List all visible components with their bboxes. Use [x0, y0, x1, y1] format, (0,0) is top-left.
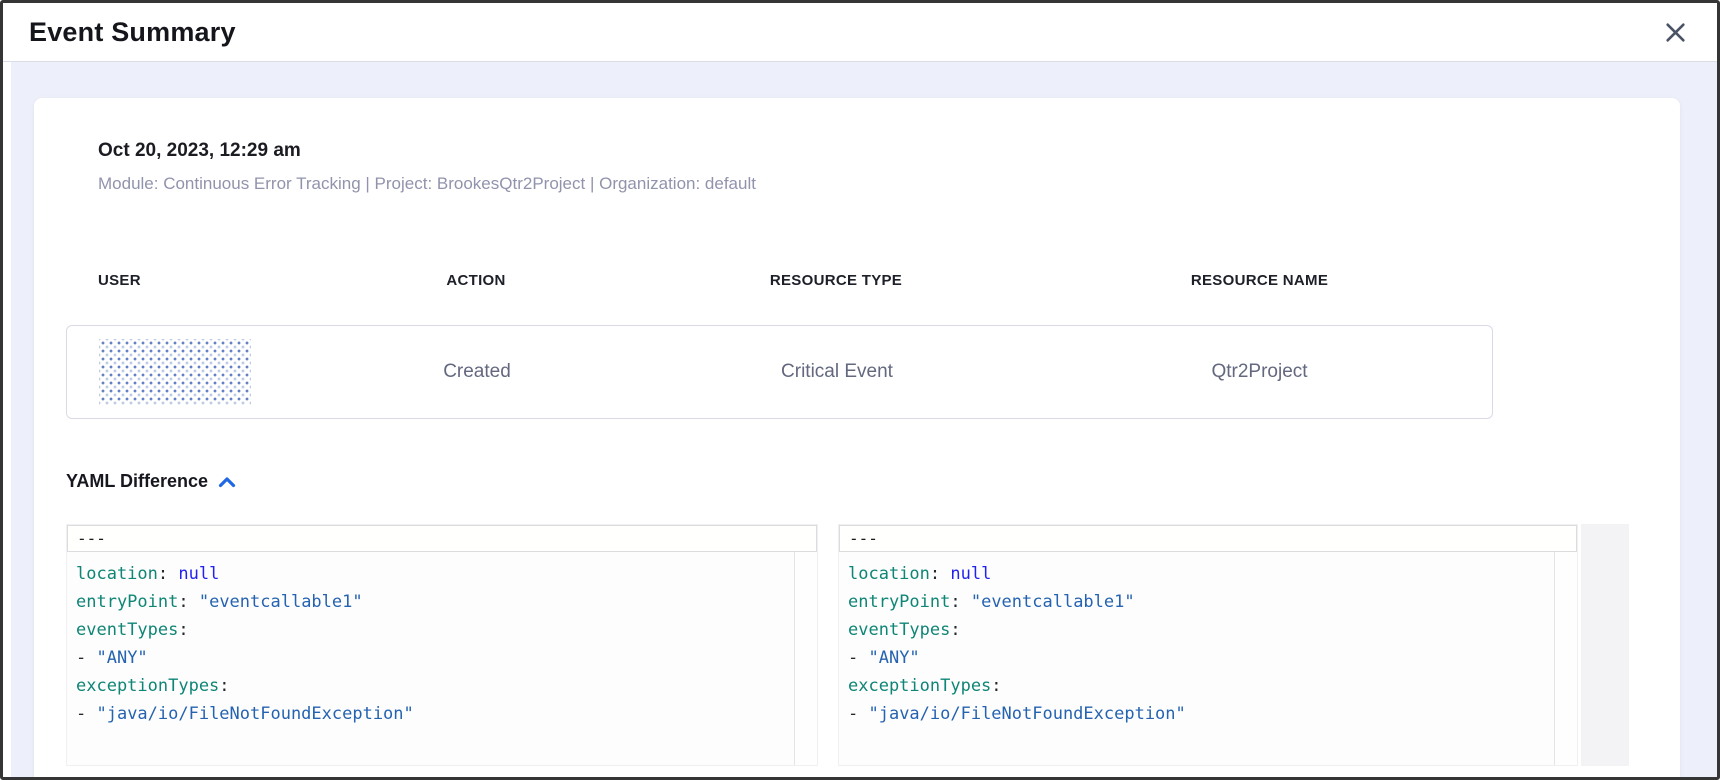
yaml-panel-code: location: nullentryPoint: "eventcallable… — [67, 552, 817, 728]
panel-scrollbar-track[interactable] — [1554, 525, 1577, 765]
yaml-panel: --- location: nullentryPoint: "eventcall… — [66, 524, 818, 766]
user-redacted-pattern — [99, 339, 251, 405]
chevron-up-icon — [218, 476, 236, 488]
modal-body: Oct 20, 2023, 12:29 am Module: Continuou… — [3, 62, 1717, 777]
action-cell: Created — [307, 361, 647, 383]
user-cell — [67, 339, 307, 405]
event-timestamp: Oct 20, 2023, 12:29 am — [98, 140, 1680, 162]
yaml-difference-toggle[interactable]: YAML Difference — [66, 471, 236, 492]
close-button[interactable] — [1660, 17, 1691, 48]
column-header-user: USER — [66, 272, 306, 289]
event-summary-modal: Event Summary Oct 20, 2023, 12:29 am Mod… — [0, 0, 1720, 780]
diff-scrollbar-track[interactable] — [1581, 524, 1629, 766]
column-header-resource-type: RESOURCE TYPE — [646, 272, 1026, 289]
yaml-panel: --- location: nullentryPoint: "eventcall… — [838, 524, 1578, 766]
resource-name-cell: Qtr2Project — [1027, 361, 1492, 383]
x-icon — [1664, 21, 1687, 44]
yaml-diff-view: --- location: nullentryPoint: "eventcall… — [66, 524, 1680, 766]
modal-header: Event Summary — [3, 3, 1717, 62]
column-header-action: ACTION — [306, 272, 646, 289]
yaml-panel-header: --- — [839, 525, 1577, 552]
resource-type-cell: Critical Event — [647, 361, 1027, 383]
table-row: Created Critical Event Qtr2Project — [66, 325, 1493, 419]
panel-scrollbar-track[interactable] — [794, 525, 817, 765]
event-card: Oct 20, 2023, 12:29 am Module: Continuou… — [34, 98, 1680, 777]
modal-title: Event Summary — [29, 17, 236, 48]
yaml-panel-code: location: nullentryPoint: "eventcallable… — [839, 552, 1577, 728]
column-header-resource-name: RESOURCE NAME — [1026, 272, 1493, 289]
table-header-row: USER ACTION RESOURCE TYPE RESOURCE NAME — [66, 272, 1493, 289]
yaml-difference-label: YAML Difference — [66, 471, 208, 492]
yaml-panel-header: --- — [67, 525, 817, 552]
event-meta: Module: Continuous Error Tracking | Proj… — [98, 174, 1680, 194]
